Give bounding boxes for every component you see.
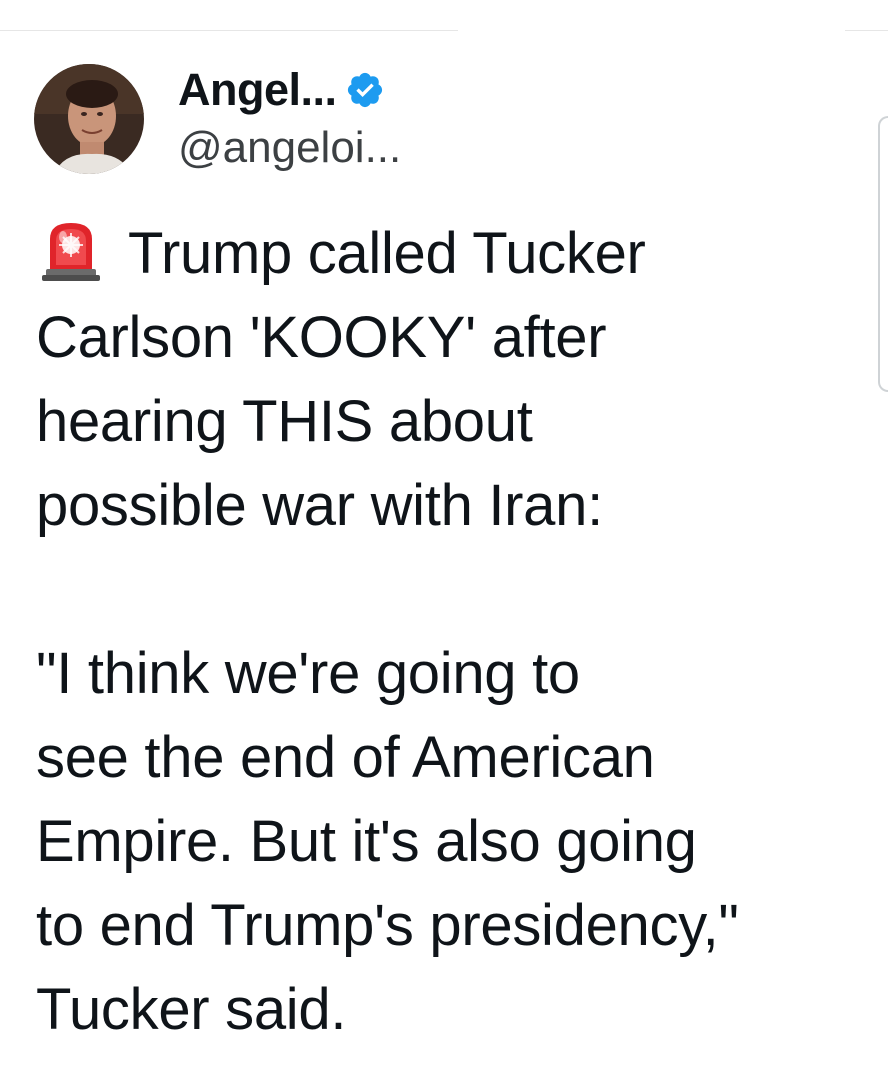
tweet-line-1: Trump called Tucker bbox=[36, 212, 866, 296]
tweet-line-7: see the end of American bbox=[36, 725, 655, 790]
tweet-line-9: to end Trump's presidency," bbox=[36, 893, 739, 958]
tweet-line-6: "I think we're going to bbox=[36, 641, 580, 706]
author-handle[interactable]: @angeloi... bbox=[178, 122, 401, 174]
verified-badge-icon bbox=[345, 70, 385, 110]
tweet-text: Trump called Tucker Carlson 'KOOKY' afte… bbox=[36, 212, 866, 1052]
tweet-header: Angel... @angeloi... bbox=[34, 64, 401, 180]
display-name[interactable]: Angel... bbox=[178, 64, 337, 116]
tweet-line-2: Carlson 'KOOKY' after bbox=[36, 305, 607, 370]
top-divider-right bbox=[845, 30, 888, 31]
tweet-line-3: hearing THIS about bbox=[36, 389, 533, 454]
tweet-line-4: possible war with Iran: bbox=[36, 473, 603, 538]
top-divider bbox=[0, 30, 458, 31]
avatar-photo bbox=[34, 64, 144, 174]
avatar[interactable] bbox=[34, 64, 144, 174]
name-row: Angel... bbox=[178, 64, 401, 116]
police-car-light-icon bbox=[36, 213, 106, 283]
tweet-line-8: Empire. But it's also going bbox=[36, 809, 697, 874]
tweet-line-10: Tucker said. bbox=[36, 977, 347, 1042]
author-identity: Angel... @angeloi... bbox=[178, 64, 401, 174]
tweet-line-1-text: Trump called Tucker bbox=[128, 221, 646, 286]
adjacent-card-edge bbox=[878, 116, 888, 392]
